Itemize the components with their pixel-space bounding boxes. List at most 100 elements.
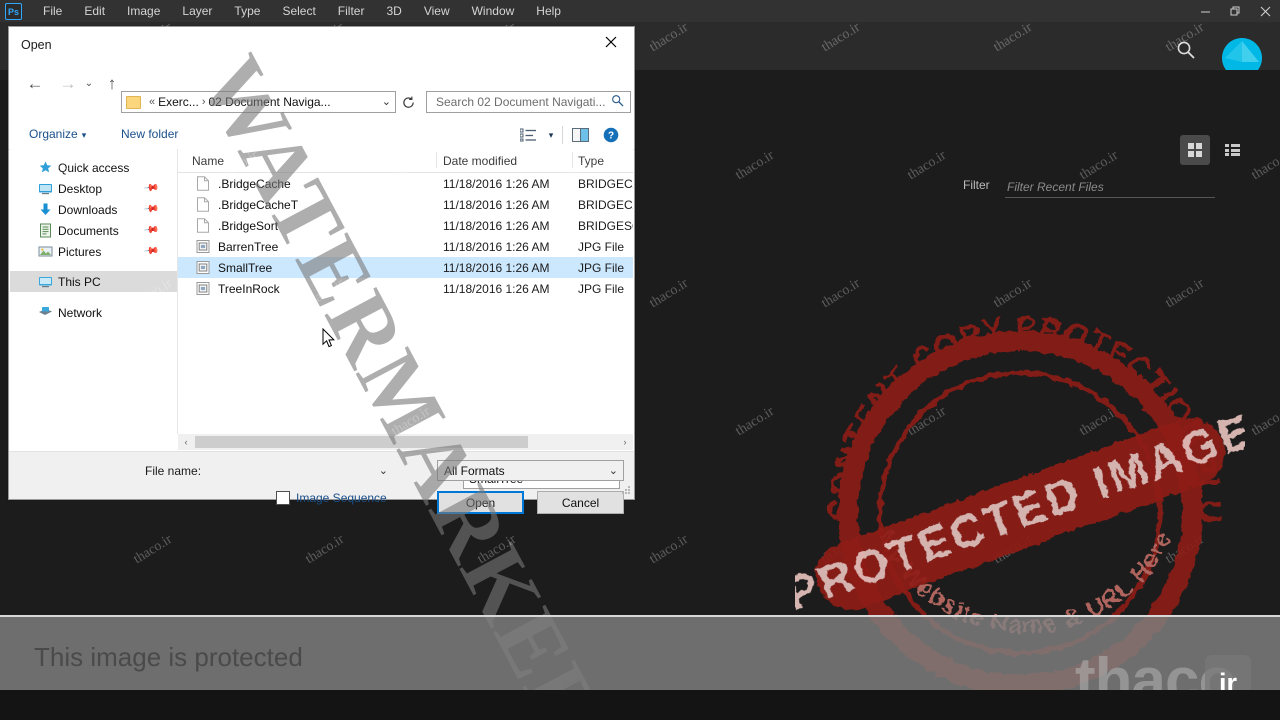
list-view-icon[interactable]: [1217, 135, 1247, 165]
file-name: SmallTree: [218, 260, 273, 275]
pin-icon[interactable]: 📌: [142, 222, 159, 238]
organize-button[interactable]: Organize ▾: [29, 127, 86, 141]
file-name: .BridgeCache: [218, 176, 291, 191]
table-row[interactable]: .BridgeSort 11/18/2016 1:26 AM BRIDGESOR…: [178, 215, 633, 236]
sidebar-label: This PC: [58, 274, 101, 289]
file-type: BRIDGECACH: [578, 176, 633, 191]
table-row-selected[interactable]: SmallTree 11/18/2016 1:26 AM JPG File: [178, 257, 633, 278]
scroll-left-icon[interactable]: ‹: [178, 434, 194, 450]
pin-icon[interactable]: 📌: [142, 243, 159, 259]
menu-item-file[interactable]: File: [32, 0, 73, 22]
file-type: JPG File: [578, 239, 625, 254]
sidebar-item-desktop[interactable]: Desktop 📌: [10, 178, 177, 199]
screenshot-root: Ps File Edit Image Layer Type Select Fil…: [0, 0, 1280, 720]
horizontal-scrollbar[interactable]: ‹ ›: [178, 434, 633, 450]
sidebar-item-documents[interactable]: Documents 📌: [10, 220, 177, 241]
help-icon[interactable]: ?: [596, 124, 626, 146]
table-row[interactable]: .BridgeCacheT 11/18/2016 1:26 AM BRIDGEC…: [178, 194, 633, 215]
menu-item-select[interactable]: Select: [271, 0, 326, 22]
column-header-date[interactable]: Date modified: [443, 154, 517, 168]
checkbox-box[interactable]: [276, 491, 290, 505]
scroll-right-icon[interactable]: ›: [617, 434, 633, 450]
view-layout-dropdown-icon[interactable]: ▾: [543, 124, 559, 146]
menu-item-3d[interactable]: 3D: [375, 0, 412, 22]
menu-item-filter[interactable]: Filter: [327, 0, 376, 22]
image-sequence-checkbox[interactable]: Image Sequence: [276, 491, 387, 505]
column-header-name[interactable]: Name: [192, 154, 224, 168]
new-folder-button[interactable]: New folder: [121, 127, 178, 141]
breadcrumb-segment-2[interactable]: 02 Document Naviga...: [208, 95, 330, 109]
menu-item-view[interactable]: View: [413, 0, 461, 22]
file-format-dropdown[interactable]: All Formats ⌄: [437, 460, 624, 481]
star-icon: [38, 160, 53, 175]
forward-button[interactable]: →: [54, 69, 82, 97]
chevron-down-icon: ▾: [548, 129, 554, 140]
minimize-button[interactable]: [1190, 0, 1220, 22]
pin-icon[interactable]: 📌: [142, 180, 159, 196]
pin-icon[interactable]: 📌: [142, 201, 159, 217]
scrollbar-thumb[interactable]: [195, 436, 528, 448]
column-header-type[interactable]: Type: [578, 154, 604, 168]
sidebar-item-quick-access[interactable]: Quick access: [10, 157, 177, 178]
preview-pane-icon[interactable]: [566, 124, 596, 146]
view-layout-icon[interactable]: [513, 124, 543, 146]
sidebar-item-pictures[interactable]: Pictures 📌: [10, 241, 177, 262]
dialog-search-box[interactable]: [426, 91, 631, 113]
sidebar-item-network[interactable]: Network: [10, 302, 177, 323]
file-date: 11/18/2016 1:26 AM: [443, 197, 550, 212]
table-row[interactable]: TreeInRock 11/18/2016 1:26 AM JPG File: [178, 278, 633, 299]
sidebar-label: Pictures: [58, 244, 102, 259]
table-row[interactable]: BarrenTree 11/18/2016 1:26 AM JPG File: [178, 236, 633, 257]
image-file-icon: [196, 260, 210, 275]
resize-grip[interactable]: [621, 486, 631, 496]
blank-file-icon: [196, 197, 210, 212]
organize-label: Organize: [29, 127, 78, 141]
menu-item-image[interactable]: Image: [116, 0, 171, 22]
search-input[interactable]: [434, 94, 611, 110]
recent-locations-button[interactable]: ⌄: [80, 69, 98, 97]
address-bar[interactable]: « Exerc... › 02 Document Naviga... ⌄: [121, 91, 396, 113]
breadcrumb-segment-1[interactable]: Exerc...: [158, 95, 199, 109]
menu-item-window[interactable]: Window: [461, 0, 526, 22]
blank-file-icon: [196, 176, 210, 191]
chevron-down-icon[interactable]: ⌄: [379, 464, 388, 477]
sidebar-label: Desktop: [58, 181, 103, 196]
file-name-label: File name:: [145, 464, 202, 478]
file-name: .BridgeCacheT: [218, 197, 299, 212]
close-button[interactable]: [1250, 0, 1280, 22]
sidebar-item-downloads[interactable]: Downloads 📌: [10, 199, 177, 220]
window-controls: [1190, 0, 1280, 22]
file-name: .BridgeSort: [218, 218, 279, 233]
file-list-header: Name Date modified Type: [178, 149, 633, 173]
menu-bar: Ps File Edit Image Layer Type Select Fil…: [0, 0, 1280, 22]
grid-view-icon[interactable]: [1180, 135, 1210, 165]
back-button[interactable]: ←: [21, 69, 49, 97]
file-list-body: .BridgeCache 11/18/2016 1:26 AM BRIDGECA…: [178, 173, 633, 299]
documents-icon: [38, 223, 53, 238]
filter-input[interactable]: [1005, 176, 1215, 198]
search-icon[interactable]: [1172, 36, 1200, 64]
photoshop-logo-icon: Ps: [5, 2, 22, 20]
table-row[interactable]: .BridgeCache 11/18/2016 1:26 AM BRIDGECA…: [178, 173, 633, 194]
download-icon: [38, 202, 53, 217]
forward-arrow-icon: →: [59, 73, 77, 93]
sidebar-item-this-pc[interactable]: This PC: [10, 271, 177, 292]
open-button[interactable]: Open: [437, 491, 524, 514]
file-name: TreeInRock: [218, 281, 280, 296]
dialog-close-icon[interactable]: [588, 27, 634, 57]
toolbar-divider: [562, 126, 563, 144]
image-file-icon: [196, 281, 210, 296]
up-arrow-icon: ↑: [107, 73, 117, 93]
menu-item-edit[interactable]: Edit: [73, 0, 116, 22]
cancel-button[interactable]: Cancel: [537, 491, 624, 514]
file-name-combobox[interactable]: ⌄: [236, 460, 620, 489]
refresh-icon[interactable]: [398, 91, 419, 113]
address-dropdown-icon[interactable]: ⌄: [382, 95, 391, 108]
menu-item-layer[interactable]: Layer: [171, 0, 223, 22]
file-type: JPG File: [578, 281, 625, 296]
menu-item-type[interactable]: Type: [223, 0, 271, 22]
menu-item-help[interactable]: Help: [525, 0, 572, 22]
recent-files-filter: Filter: [963, 176, 1215, 200]
restore-button[interactable]: [1220, 0, 1250, 22]
breadcrumb-separator: ›: [201, 96, 206, 108]
